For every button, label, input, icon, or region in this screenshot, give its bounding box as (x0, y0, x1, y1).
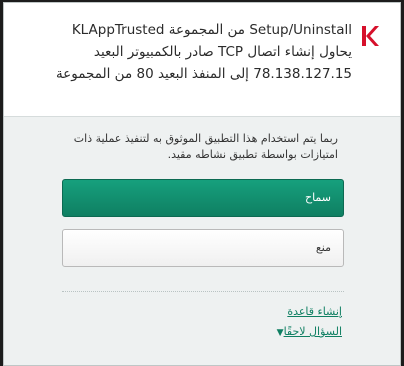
create-rule-link[interactable]: إنشاء قاعدة (287, 305, 342, 318)
ask-later-label: السؤال لاحقًا (283, 325, 342, 338)
alert-title: Setup/Uninstall من المجموعة KLAppTrusted… (55, 22, 352, 82)
divider (62, 291, 344, 292)
chevron-down-icon: ▼ (276, 328, 284, 338)
ask-later-link[interactable]: السؤال لاحقًا▼ (274, 325, 342, 338)
allow-button[interactable]: سماح (62, 179, 344, 217)
kaspersky-logo-icon (362, 26, 379, 46)
alert-window: Setup/Uninstall من المجموعة KLAppTrusted… (3, 2, 401, 366)
alert-header: Setup/Uninstall من المجموعة KLAppTrusted… (4, 3, 400, 117)
alert-description: ربما يتم استخدام هذا التطبيق الموثوق به … (73, 132, 338, 161)
deny-button[interactable]: منع (62, 229, 344, 267)
